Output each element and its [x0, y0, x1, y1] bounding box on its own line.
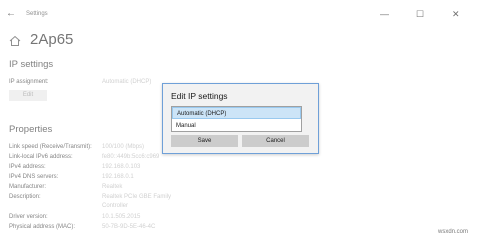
- ip-assignment-dropdown[interactable]: Automatic (DHCP) Manual: [171, 106, 302, 132]
- option-automatic-dhcp[interactable]: Automatic (DHCP): [172, 107, 301, 119]
- dialog-title: Edit IP settings: [171, 91, 228, 101]
- option-manual[interactable]: Manual: [172, 120, 301, 132]
- watermark: wsxdn.com: [438, 229, 469, 235]
- edit-ip-settings-dialog: Edit IP settings Automatic (DHCP) Manual…: [162, 83, 319, 154]
- cancel-button[interactable]: Cancel: [242, 135, 309, 147]
- save-button[interactable]: Save: [171, 135, 238, 147]
